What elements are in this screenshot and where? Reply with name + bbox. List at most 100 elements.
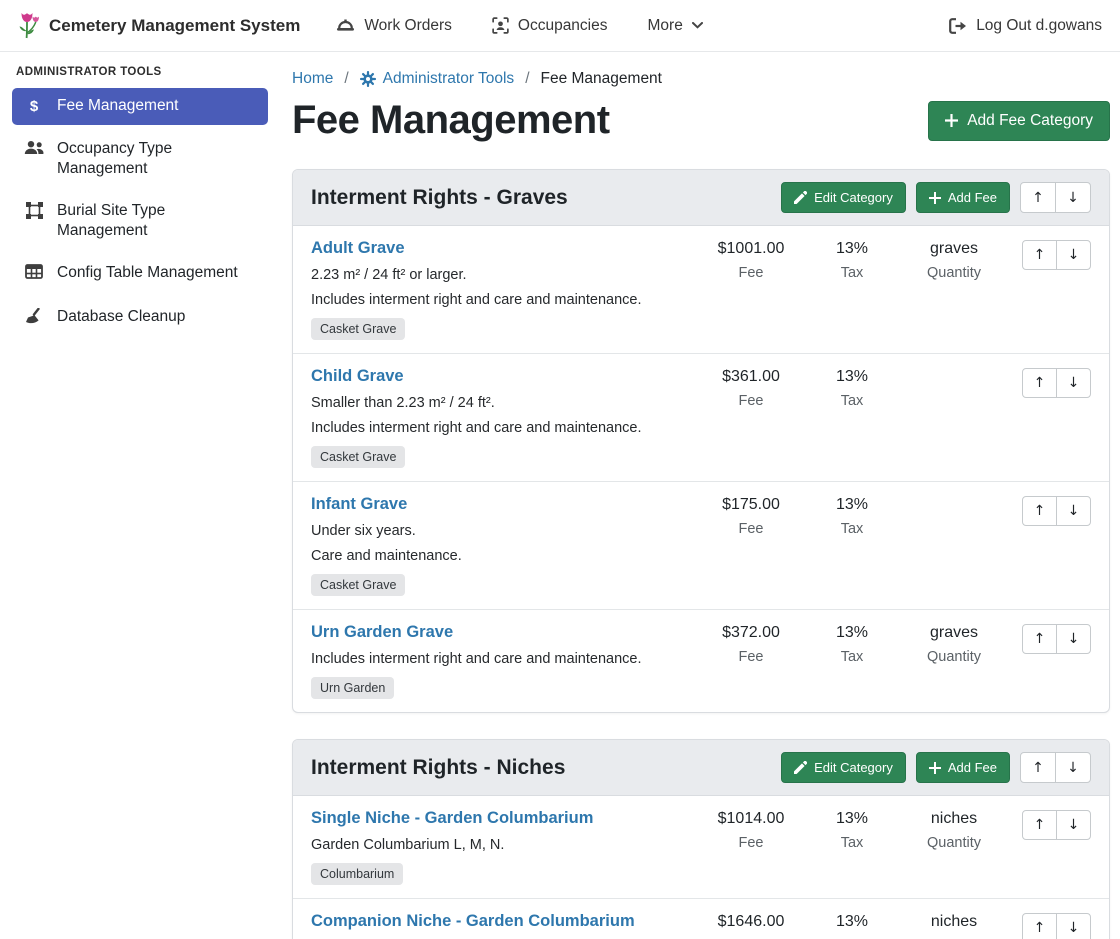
nav-item-label: More bbox=[648, 17, 683, 35]
fee-description-2: Care and maintenance. bbox=[311, 548, 688, 564]
fee-name-link[interactable]: Child Grave bbox=[311, 367, 404, 386]
quantity-unit: graves bbox=[898, 624, 1010, 642]
app-brand[interactable]: Cemetery Management System bbox=[18, 12, 300, 39]
move-fee-up-button[interactable]: ↑ bbox=[1022, 240, 1057, 270]
fee-column: $361.00 Fee bbox=[696, 367, 806, 409]
nav-item-more[interactable]: More bbox=[648, 17, 703, 35]
quantity-label: Quantity bbox=[898, 835, 1010, 851]
fee-description-1: Under six years. bbox=[311, 523, 688, 539]
table-icon bbox=[24, 264, 44, 285]
logout-button[interactable]: Log Out d.gowans bbox=[949, 17, 1102, 35]
fee-row: Child Grave Smaller than 2.23 m² / 24 ft… bbox=[293, 353, 1109, 481]
move-fee-down-button[interactable]: ↓ bbox=[1056, 913, 1091, 939]
sidebar-item-fee-management[interactable]: $ Fee Management bbox=[12, 88, 268, 125]
edit-category-button[interactable]: Edit Category bbox=[781, 752, 906, 783]
move-fee-up-button[interactable]: ↑ bbox=[1022, 913, 1057, 939]
fee-amount: $1014.00 bbox=[696, 810, 806, 828]
move-category-up-button[interactable]: ↑ bbox=[1020, 752, 1056, 783]
tax-column: 13% Tax bbox=[806, 912, 898, 939]
sidebar-item-database-cleanup[interactable]: Database Cleanup bbox=[12, 299, 268, 338]
add-fee-category-button[interactable]: Add Fee Category bbox=[928, 101, 1110, 141]
arrow-down-icon: ↓ bbox=[1068, 818, 1080, 832]
tax-label: Tax bbox=[806, 265, 898, 281]
fee-amount: $1001.00 bbox=[696, 240, 806, 258]
tax-column: 13% Tax bbox=[806, 623, 898, 665]
move-fee-down-button[interactable]: ↓ bbox=[1056, 240, 1091, 270]
page-header: Fee Management Add Fee Category bbox=[292, 98, 1110, 143]
fee-details: Adult Grave 2.23 m² / 24 ft² or larger. … bbox=[311, 239, 696, 340]
edit-category-button[interactable]: Edit Category bbox=[781, 182, 906, 213]
move-category-down-button[interactable]: ↓ bbox=[1055, 752, 1091, 783]
fee-label: Fee bbox=[696, 649, 806, 665]
arrow-up-icon: ↑ bbox=[1034, 376, 1046, 390]
sidebar-item-occupancy-type-management[interactable]: Occupancy Type Management bbox=[12, 131, 268, 187]
arrow-up-icon: ↑ bbox=[1034, 921, 1046, 935]
person-frame-icon bbox=[492, 17, 509, 34]
fee-category-card: Interment Rights - Graves Edit Category … bbox=[292, 169, 1110, 713]
category-header: Interment Rights - Niches Edit Category … bbox=[293, 740, 1109, 796]
add-fee-button[interactable]: Add Fee bbox=[916, 752, 1010, 783]
nav-item-work-orders[interactable]: Work Orders bbox=[336, 17, 452, 35]
quantity-column bbox=[898, 495, 1010, 503]
move-fee-up-button[interactable]: ↑ bbox=[1022, 368, 1057, 398]
quantity-unit: graves bbox=[898, 240, 1010, 258]
fee-name-link[interactable]: Single Niche - Garden Columbarium bbox=[311, 809, 593, 828]
category-title: Interment Rights - Niches bbox=[311, 756, 565, 780]
quantity-unit: niches bbox=[898, 810, 1010, 828]
tax-amount: 13% bbox=[806, 624, 898, 642]
category-reorder-group: ↑ ↓ bbox=[1020, 182, 1091, 213]
fee-column: $1001.00 Fee bbox=[696, 239, 806, 281]
sidebar-item-label: Burial Site Type Management bbox=[57, 201, 256, 241]
quantity-column: graves Quantity bbox=[898, 239, 1010, 281]
fee-reorder-group: ↑ ↓ bbox=[1022, 810, 1091, 840]
fee-amount: $372.00 bbox=[696, 624, 806, 642]
fee-name-link[interactable]: Companion Niche - Garden Columbarium bbox=[311, 912, 635, 931]
move-fee-down-button[interactable]: ↓ bbox=[1056, 624, 1091, 654]
fee-label: Fee bbox=[696, 393, 806, 409]
move-fee-down-button[interactable]: ↓ bbox=[1056, 496, 1091, 526]
fee-name-link[interactable]: Urn Garden Grave bbox=[311, 623, 453, 642]
fee-column: $175.00 Fee bbox=[696, 495, 806, 537]
fee-description-1: Includes interment right and care and ma… bbox=[311, 651, 688, 667]
add-fee-button[interactable]: Add Fee bbox=[916, 182, 1010, 213]
fee-description-1: Smaller than 2.23 m² / 24 ft². bbox=[311, 395, 688, 411]
app-title: Cemetery Management System bbox=[49, 16, 300, 36]
fee-type-badge: Columbarium bbox=[311, 863, 403, 885]
fee-type-badge: Casket Grave bbox=[311, 446, 405, 468]
arrow-up-icon: ↑ bbox=[1034, 632, 1046, 646]
move-fee-down-button[interactable]: ↓ bbox=[1056, 810, 1091, 840]
arrow-down-icon: ↓ bbox=[1068, 921, 1080, 935]
sidebar-item-burial-site-type-management[interactable]: Burial Site Type Management bbox=[12, 193, 268, 249]
move-fee-up-button[interactable]: ↑ bbox=[1022, 810, 1057, 840]
breadcrumb-admin-tools-link[interactable]: Administrator Tools bbox=[360, 70, 515, 88]
move-fee-up-button[interactable]: ↑ bbox=[1022, 496, 1057, 526]
fee-type-badge: Casket Grave bbox=[311, 574, 405, 596]
tax-label: Tax bbox=[806, 649, 898, 665]
breadcrumb-home-link[interactable]: Home bbox=[292, 70, 333, 88]
fee-details: Companion Niche - Garden Columbarium Gar… bbox=[311, 912, 696, 939]
fee-details: Infant Grave Under six years. Care and m… bbox=[311, 495, 696, 596]
add-fee-label: Add Fee bbox=[948, 190, 997, 205]
breadcrumb-separator: / bbox=[525, 70, 529, 88]
arrow-down-icon: ↓ bbox=[1068, 376, 1080, 390]
move-fee-down-button[interactable]: ↓ bbox=[1056, 368, 1091, 398]
add-fee-label: Add Fee bbox=[948, 760, 997, 775]
arrow-up-icon: ↑ bbox=[1034, 818, 1046, 832]
move-fee-up-button[interactable]: ↑ bbox=[1022, 624, 1057, 654]
fee-name-link[interactable]: Adult Grave bbox=[311, 239, 405, 258]
fee-name-link[interactable]: Infant Grave bbox=[311, 495, 407, 514]
move-category-up-button[interactable]: ↑ bbox=[1020, 182, 1056, 213]
arrow-up-icon: ↑ bbox=[1034, 504, 1046, 518]
move-category-down-button[interactable]: ↓ bbox=[1055, 182, 1091, 213]
fee-amount: $361.00 bbox=[696, 368, 806, 386]
broom-icon bbox=[24, 308, 44, 330]
fee-reorder-group: ↑ ↓ bbox=[1022, 624, 1091, 654]
add-fee-category-label: Add Fee Category bbox=[967, 112, 1093, 130]
sidebar-item-config-table-management[interactable]: Config Table Management bbox=[12, 255, 268, 293]
fee-row: Urn Garden Grave Includes interment righ… bbox=[293, 609, 1109, 712]
nav-item-occupancies[interactable]: Occupancies bbox=[492, 17, 608, 35]
edit-category-label: Edit Category bbox=[814, 190, 893, 205]
fee-row: Infant Grave Under six years. Care and m… bbox=[293, 481, 1109, 609]
fee-details: Single Niche - Garden Columbarium Garden… bbox=[311, 809, 696, 885]
fee-list: Single Niche - Garden Columbarium Garden… bbox=[293, 796, 1109, 939]
